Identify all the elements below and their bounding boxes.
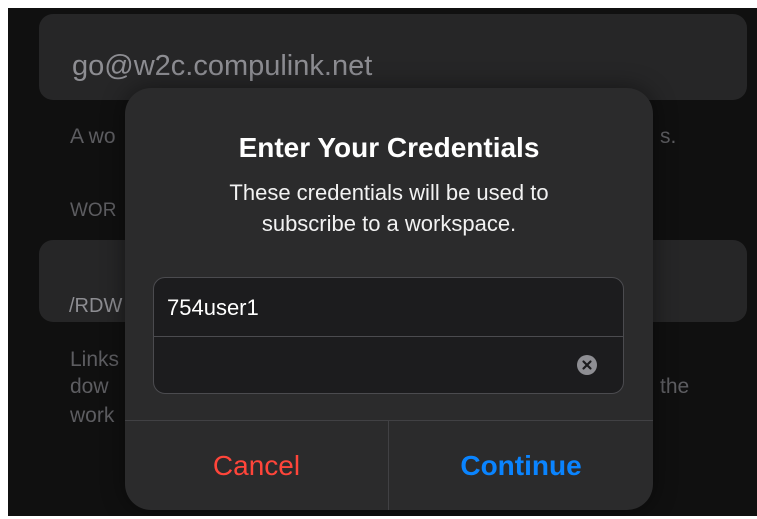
username-field[interactable]: 754user1 [154,278,623,337]
dialog-message-line1: These credentials will be used to [229,180,549,205]
credentials-dialog: Enter Your Credentials These credentials… [125,88,653,510]
credential-fields: 754user1 [153,277,624,394]
clear-circle-icon[interactable] [577,355,597,375]
links-text-right: the [660,375,690,398]
app-screen: go@w2c.compulink.net A wo s. WOR /RDW Li… [8,8,757,516]
links-text-line1: Links [70,348,120,371]
dialog-title: Enter Your Credentials [238,132,540,163]
section-label: WOR [70,200,117,221]
continue-button[interactable]: Continue [389,421,653,510]
dialog-message-line2: subscribe to a workspace. [261,211,517,236]
links-text-line3: work [70,404,115,427]
help-text-left: A wo [70,125,116,148]
password-field[interactable] [154,337,623,393]
username-value: 754user1 [167,295,259,320]
workspace-url-value: /RDW [69,295,123,317]
links-text-line2: dow [70,375,109,398]
email-value: go@w2c.compulink.net [72,50,373,82]
help-text-right: s. [660,125,677,148]
dialog-message: These credentials will be used to subscr… [175,177,603,239]
cancel-button[interactable]: Cancel [125,421,388,510]
